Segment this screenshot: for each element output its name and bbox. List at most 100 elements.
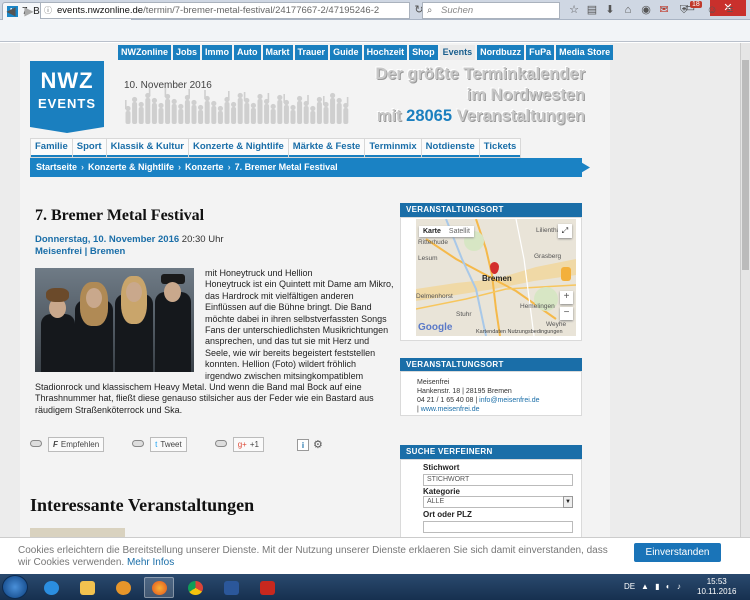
category-nav-item[interactable]: Konzerte & Nightlife	[188, 139, 288, 157]
category-nav-item[interactable]: Märkte & Feste	[288, 139, 365, 157]
firefox-taskbar-icon[interactable]	[144, 577, 174, 598]
map-label: Weyhe	[546, 321, 567, 328]
fullscreen-icon[interactable]: ⤢	[558, 224, 572, 238]
place-label: Ort oder PLZ	[423, 510, 472, 519]
back-icon[interactable]: ◀	[2, 3, 20, 19]
pdf-taskbar-icon[interactable]	[252, 577, 282, 598]
event-venue-link[interactable]: Meisenfrei | Bremen	[35, 246, 125, 257]
slogan-line2: im Nordwesten	[466, 86, 585, 104]
venue-web-link[interactable]: www.meisenfrei.de	[421, 406, 480, 413]
explorer-taskbar-icon[interactable]	[72, 577, 102, 598]
cookie-more-link[interactable]: Mehr Infos	[127, 557, 174, 568]
portal-nav-item[interactable]: Trauer	[294, 45, 329, 60]
logo-line1: NWZ	[40, 68, 94, 93]
category-nav-item[interactable]: Sport	[72, 139, 106, 157]
header-slogan: Der größte Terminkalender im Nordwesten …	[340, 64, 585, 127]
scrollbar-thumb[interactable]	[742, 60, 749, 270]
cookie-accept-button[interactable]: Einverstanden	[634, 543, 721, 562]
pegman-icon[interactable]	[561, 267, 571, 281]
breadcrumb-item: 7. Bremer Metal Festival	[234, 162, 338, 172]
map-label: Ritterhude	[418, 239, 448, 246]
tweet-button[interactable]: t Tweet	[150, 437, 187, 452]
google-logo: Google	[418, 322, 453, 333]
portal-nav-item[interactable]: NWZonline	[118, 45, 171, 60]
chevron-down-icon[interactable]: ▼	[563, 496, 573, 508]
event-dateline: Donnerstag, 10. November 2016 20:30 Uhr	[35, 234, 224, 245]
portal-nav-item[interactable]: Guide	[330, 45, 362, 60]
portal-nav-item[interactable]: Immo	[202, 45, 233, 60]
category-select[interactable]: ALLE	[423, 496, 573, 508]
venue-address: Hankenstr. 18 | 28195 Bremen	[417, 388, 512, 395]
breadcrumb-item[interactable]: Konzerte & Nightlife	[88, 162, 174, 172]
share-info-icon[interactable]: i	[297, 439, 309, 451]
pocket-icon[interactable]: ◉	[638, 3, 654, 18]
venue-heading: Veranstaltungsort	[400, 358, 582, 372]
zoom-out-icon[interactable]: −	[560, 307, 573, 320]
venue-details: Meisenfrei Hankenstr. 18 | 28195 Bremen …	[417, 379, 540, 413]
portal-nav-item[interactable]: Media Store	[556, 45, 614, 60]
event-date-link[interactable]: Donnerstag, 10. November 2016	[35, 234, 179, 245]
language-indicator[interactable]: DE	[624, 582, 635, 591]
taskbar-clock[interactable]: 15:53 10.11.2016	[697, 577, 736, 597]
portal-nav-item[interactable]: Hochzeit	[363, 45, 408, 60]
addon-icon[interactable]: ✉	[656, 3, 672, 18]
ie-taskbar-icon[interactable]	[36, 577, 66, 598]
reading-list-icon[interactable]: ▤	[584, 3, 600, 18]
map-label: Hemelingen	[520, 303, 555, 310]
gplus-button[interactable]: g+ +1	[232, 437, 264, 452]
category-nav-item[interactable]: Terminmix	[365, 139, 421, 157]
search-refine-heading: Suche verfeinern	[400, 445, 582, 459]
category-nav-item[interactable]: Klassik & Kultur	[106, 139, 188, 157]
facebook-toggle[interactable]	[30, 440, 42, 447]
download-icon[interactable]: ⬇	[602, 3, 618, 18]
map-label: Lesum	[418, 255, 438, 262]
event-count: 28065	[406, 107, 453, 125]
forward-icon[interactable]: ▶	[20, 3, 38, 19]
category-nav-item[interactable]: Notdienste	[421, 139, 479, 157]
breadcrumb-item[interactable]: Startseite	[36, 162, 77, 172]
address-bar[interactable]: ⓘ events.nwzonline.de/termin/7-bremer-me…	[40, 2, 410, 19]
sync-icon[interactable]: ☺	[704, 3, 720, 18]
word-taskbar-icon[interactable]	[216, 577, 246, 598]
map-tab-satellit[interactable]: Satellit	[445, 226, 474, 237]
social-share-bar: F Empfehlen t Tweet g+ +1	[30, 437, 264, 452]
keyword-label: Stichwort	[423, 463, 460, 472]
category-nav-item[interactable]: Tickets	[479, 139, 521, 157]
info-icon[interactable]: ⓘ	[44, 3, 52, 18]
zoom-in-icon[interactable]: +	[560, 291, 573, 304]
twitter-toggle[interactable]	[132, 440, 145, 447]
place-input[interactable]	[423, 521, 573, 533]
menu-icon[interactable]: ≡	[722, 3, 738, 18]
portal-nav-item[interactable]: Markt	[262, 45, 293, 60]
category-nav-item[interactable]: Familie	[31, 139, 72, 157]
portal-nav-item[interactable]: Nordbuzz	[477, 45, 525, 60]
media-taskbar-icon[interactable]	[108, 577, 138, 598]
chrome-taskbar-icon[interactable]	[180, 577, 210, 598]
home-icon[interactable]: ⌂	[620, 3, 636, 18]
logo-line2: EVENTS	[37, 96, 96, 111]
nwz-events-logo[interactable]: NWZ EVENTS	[30, 61, 104, 133]
portal-nav-item[interactable]: Jobs	[173, 45, 201, 60]
keyword-input[interactable]: STICHWORT	[423, 474, 573, 486]
category-label: Kategorie	[423, 487, 460, 496]
facebook-like-button[interactable]: F Empfehlen	[48, 437, 105, 452]
event-time: 20:30 Uhr	[181, 234, 224, 245]
cookie-text: Cookies erleichtern die Bereitstellung u…	[18, 545, 608, 568]
facebook-icon: F	[53, 440, 58, 449]
portal-nav-item[interactable]: Shop	[409, 45, 438, 60]
venue-email-link[interactable]: info@meisenfrei.de	[479, 397, 539, 404]
portal-nav-item[interactable]: Auto	[234, 45, 261, 60]
breadcrumb-separator-icon: ›	[81, 162, 85, 172]
map-tab-karte[interactable]: Karte	[419, 226, 445, 237]
portal-nav-item[interactable]: Events	[439, 45, 476, 60]
gear-icon[interactable]: ⚙	[313, 438, 323, 451]
star-icon[interactable]: ☆	[566, 3, 582, 18]
windows-start-icon[interactable]	[2, 575, 28, 599]
twitter-icon: t	[155, 440, 158, 449]
browser-search-input[interactable]: ⌕ Suchen	[422, 2, 560, 19]
system-tray-icons[interactable]: ▲ ▮ ◐ ♪	[641, 582, 683, 591]
gplus-icon: g+	[237, 440, 247, 449]
gplus-toggle[interactable]	[214, 440, 227, 447]
portal-nav-item[interactable]: FuPa	[526, 45, 555, 60]
breadcrumb-item[interactable]: Konzerte	[185, 162, 224, 172]
